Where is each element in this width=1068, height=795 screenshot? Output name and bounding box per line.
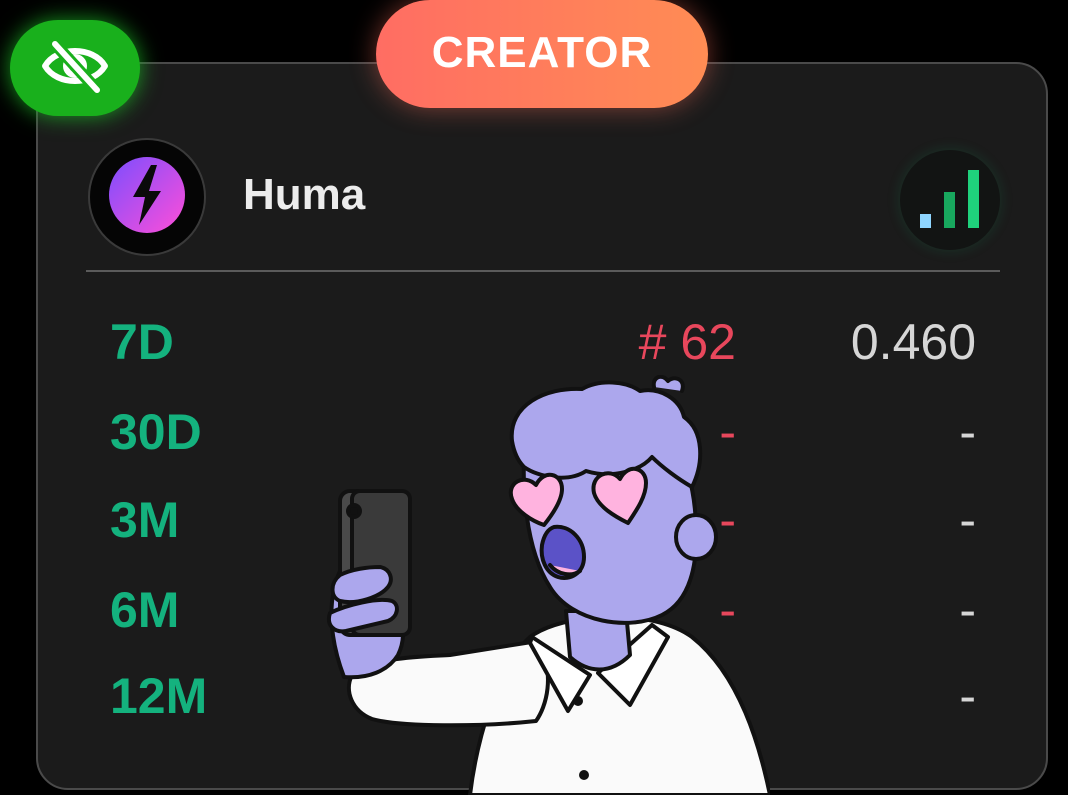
header-divider — [86, 270, 1000, 272]
avatar[interactable] — [88, 138, 206, 256]
period-label: 12M — [110, 668, 208, 724]
score-value: - — [959, 582, 976, 638]
selfie-character-illustration — [300, 374, 772, 795]
creator-widget: CREATOR Huma 7D # 62 0.460 30D - - 3M - … — [0, 0, 1068, 795]
stats-row-7d: 7D # 62 0.460 — [0, 302, 1068, 382]
creator-badge: CREATOR — [376, 0, 708, 108]
score-value: 0.460 — [850, 314, 976, 370]
profile-name: Huma — [243, 170, 366, 219]
score-value: - — [959, 404, 976, 460]
score-value: - — [959, 492, 976, 548]
eye-off-icon — [39, 37, 111, 99]
period-label: 7D — [110, 314, 174, 370]
lightning-bolt-logo-icon — [105, 153, 189, 242]
signal-bars-icon — [900, 170, 1000, 254]
creator-badge-label: CREATOR — [431, 28, 653, 77]
signal-strength-indicator — [900, 150, 1000, 250]
period-label: 3M — [110, 492, 180, 548]
score-value: - — [959, 668, 976, 724]
rank-value: # 62 — [638, 314, 736, 370]
period-label: 30D — [110, 404, 202, 460]
period-label: 6M — [110, 582, 180, 638]
visibility-toggle-button[interactable] — [10, 20, 140, 116]
